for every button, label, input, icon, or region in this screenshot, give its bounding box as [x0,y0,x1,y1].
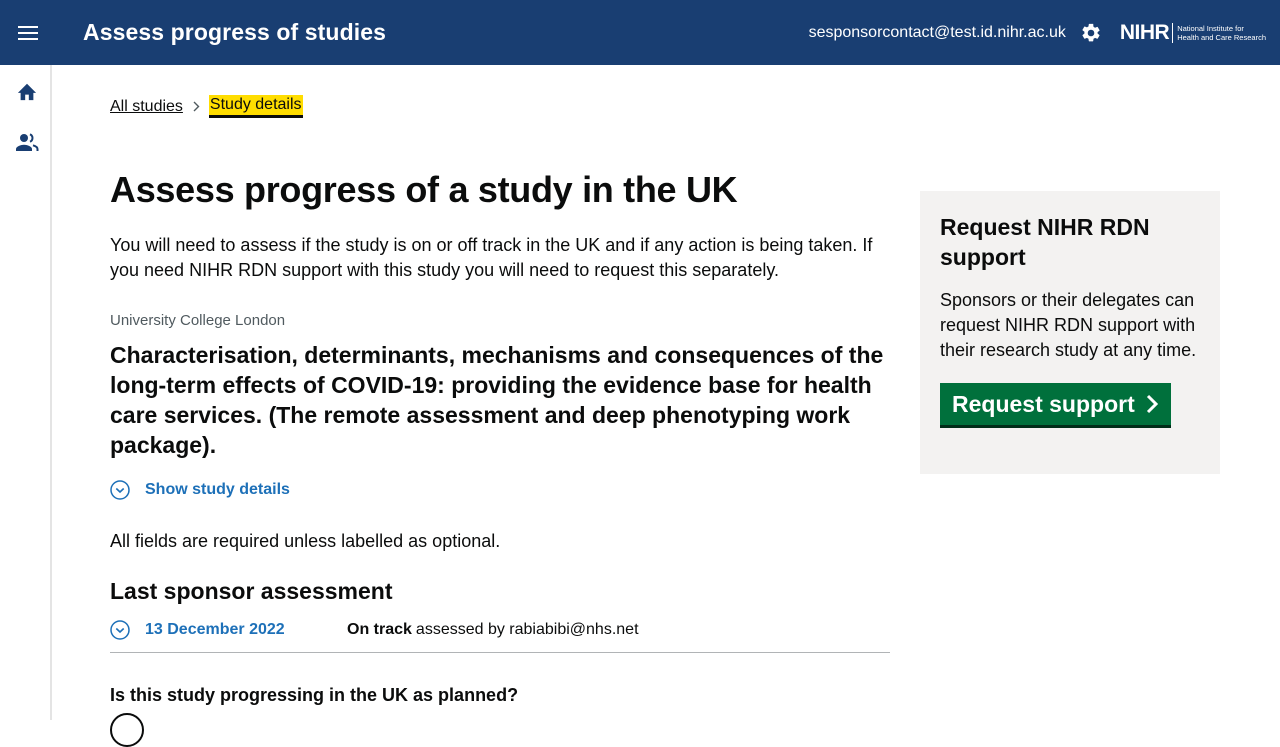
request-support-button[interactable]: Request support [940,383,1171,425]
chevron-right-icon [1145,394,1159,414]
required-fields-note: All fields are required unless labelled … [110,531,501,551]
assessment-date[interactable]: 13 December 2022 [145,621,347,639]
main-content: Assess progress of a study in the UK You… [110,168,890,706]
menu-icon [17,25,38,40]
panel-text: Sponsors or their delegates can request … [940,290,1197,360]
app-title: Assess progress of studies [83,19,386,45]
assessment-status: On track [347,621,412,638]
chevron-right-icon [193,101,200,112]
sidebar-item-users[interactable] [14,130,40,156]
sidebar-item-home[interactable] [14,78,40,104]
menu-button[interactable] [0,0,55,65]
logo-main-text: NIHR [1119,20,1170,44]
page-title: Assess progress of a study in the UK [110,169,738,210]
study-title: Characterisation, determinants, mechanis… [110,342,884,458]
breadcrumb-all-studies[interactable]: All studies [110,98,183,116]
support-panel: Request NIHR RDN support Sponsors or the… [920,191,1220,474]
user-email: sesponsorcontact@test.id.nihr.ac.uk [808,23,1066,41]
nihr-logo: NIHR National Institute for Health and C… [1120,21,1266,45]
last-assessment-heading: Last sponsor assessment [110,578,393,604]
intro-text: You will need to assess if the study is … [110,235,873,280]
radio-option[interactable] [110,713,144,747]
breadcrumb-study-details[interactable]: Study details [208,95,303,118]
organisation-name: University College London [110,312,286,329]
home-icon [17,83,37,101]
top-header: Assess progress of studies sesponsorcont… [0,0,1280,65]
gear-icon [1082,23,1100,41]
progress-question: Is this study progressing in the UK as p… [110,685,519,705]
logo-sub-text: National Institute for Health and Care R… [1177,23,1266,42]
request-support-label: Request support [952,390,1135,417]
chevron-down-circle-icon [110,480,130,500]
logo-divider [1172,22,1174,43]
people-icon [16,133,39,151]
show-study-details-label: Show study details [145,481,290,498]
panel-title: Request NIHR RDN support [940,214,1150,270]
assessment-assessor: assessed by rabiabibi@nhs.net [415,621,639,638]
last-assessment-row[interactable]: 13 December 2022 On track assessed by ra… [110,620,890,653]
show-study-details-toggle[interactable]: Show study details [110,480,890,500]
chevron-down-circle-icon [110,620,130,640]
settings-button[interactable] [1080,22,1102,44]
sidebar [0,65,52,720]
breadcrumb: All studies Study details [110,95,303,118]
